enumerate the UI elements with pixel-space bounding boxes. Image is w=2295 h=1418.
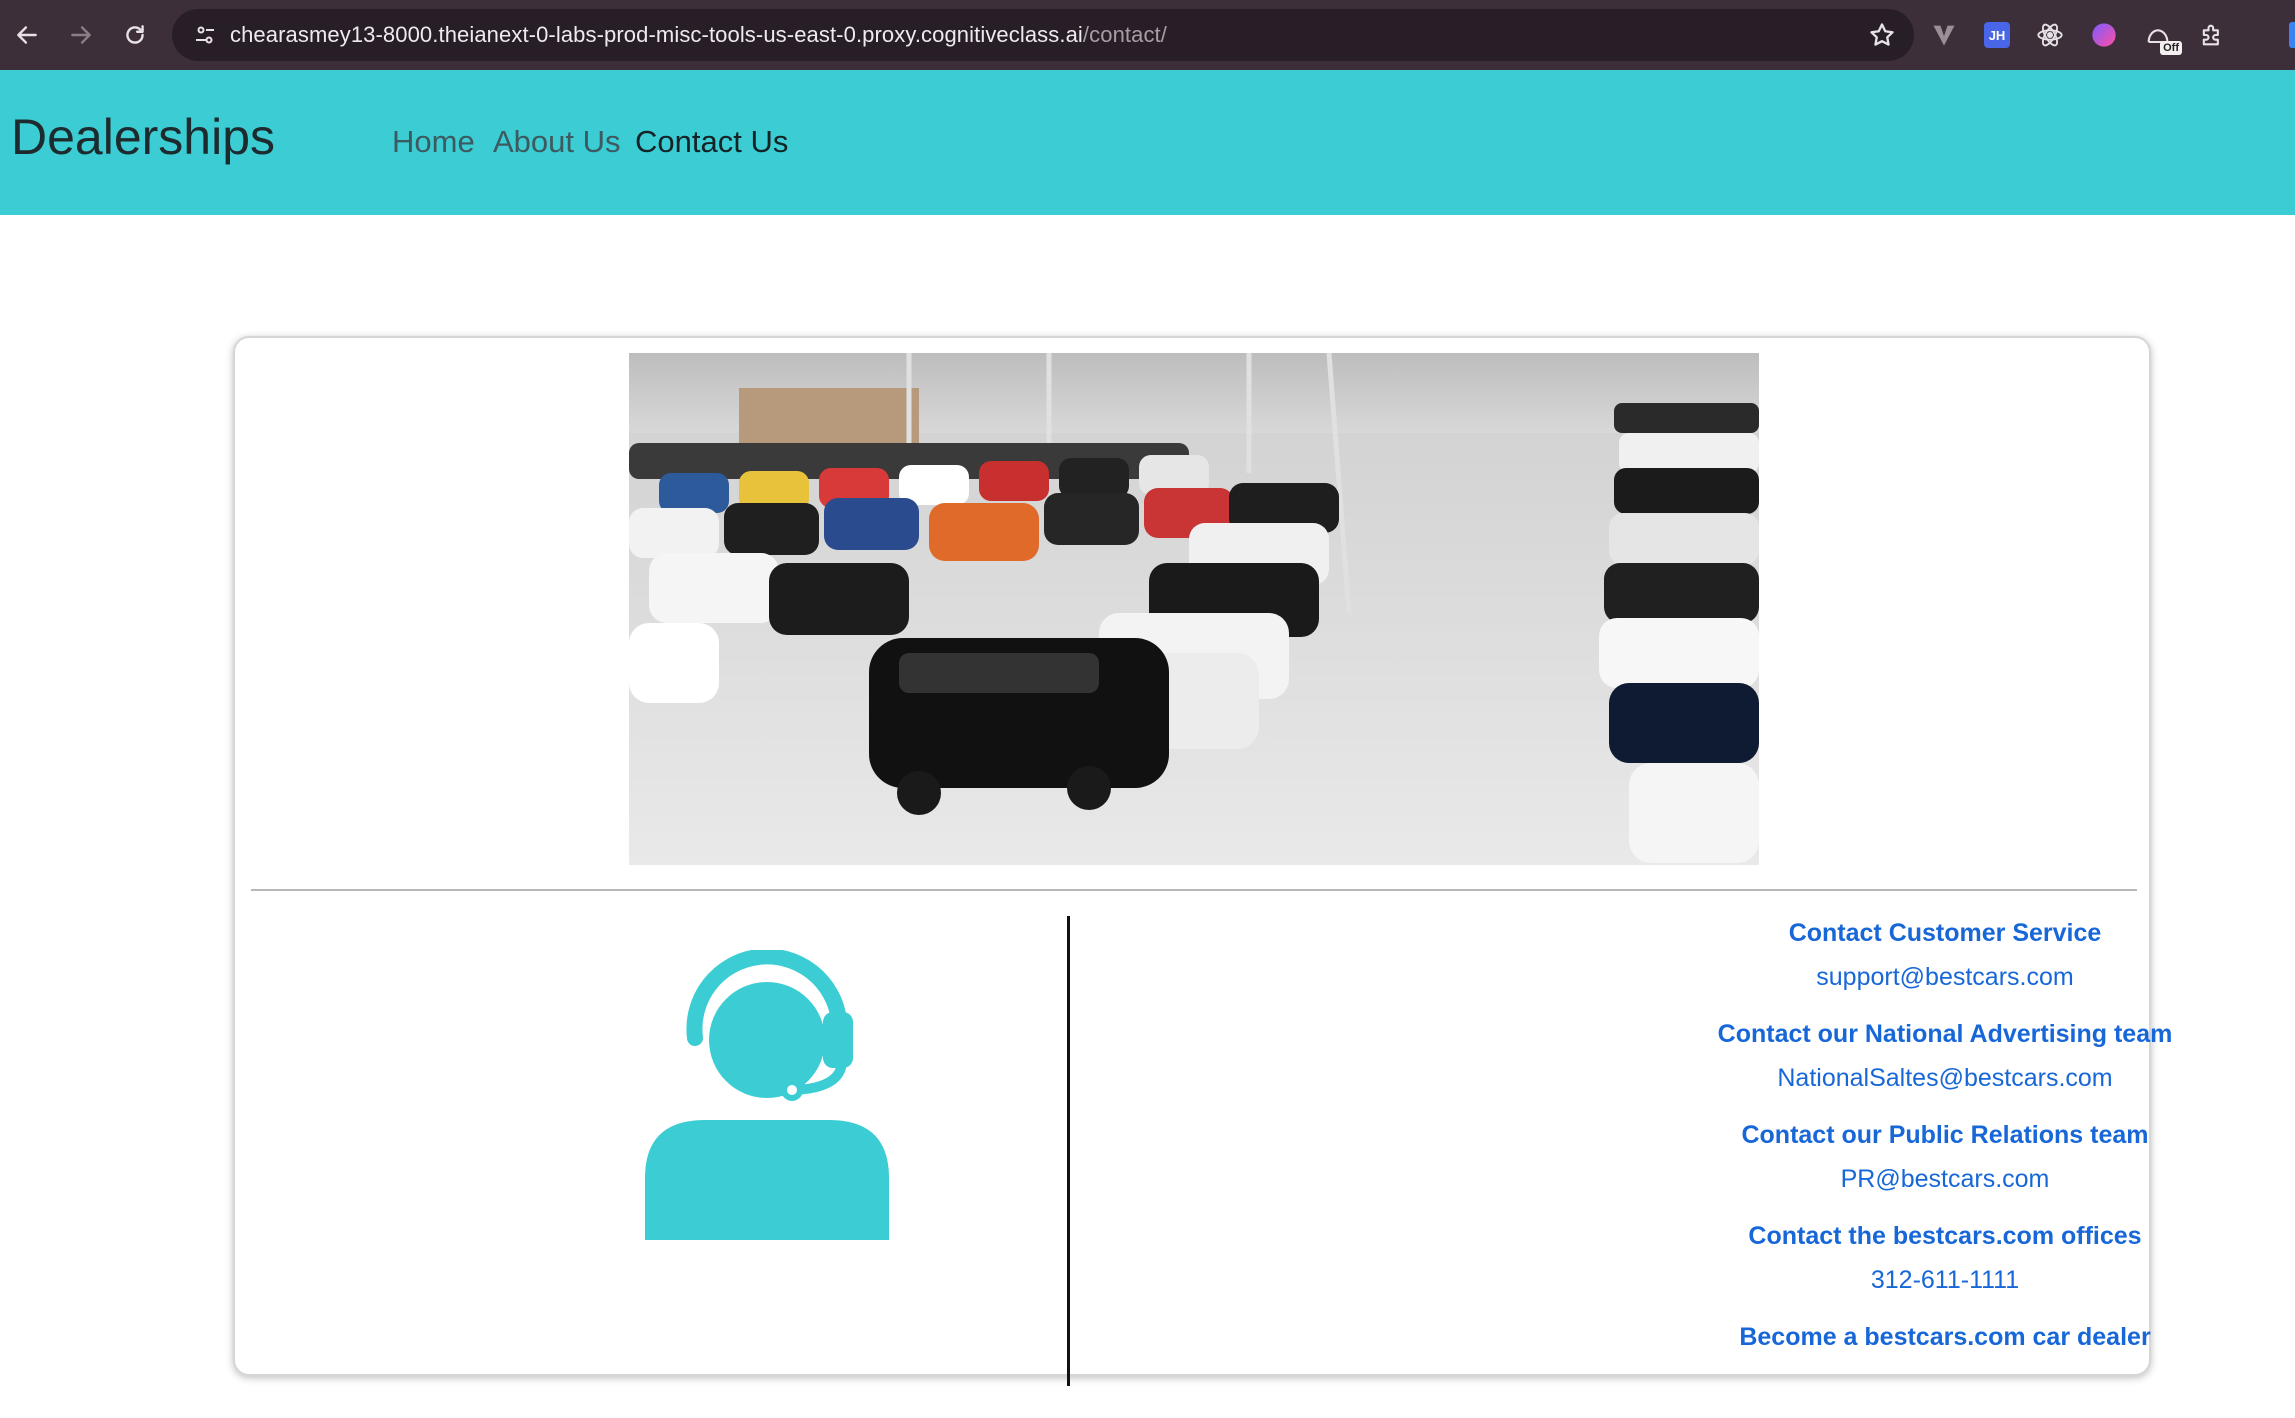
- contact-title[interactable]: Contact the bestcars.com offices: [1455, 1216, 2295, 1258]
- contact-value[interactable]: support@bestcars.com: [1455, 955, 2295, 999]
- jh-icon[interactable]: JH: [1984, 22, 2010, 48]
- off-badge: Off: [2160, 41, 2182, 55]
- bookmark-star-icon[interactable]: [1868, 21, 1896, 49]
- tune-icon: [196, 26, 214, 44]
- url-host: chearasmey13-8000.theianext-0-labs-prod-…: [230, 22, 1083, 47]
- extensions-area: JH Off: [1930, 0, 2226, 70]
- back-arrow-icon: [17, 26, 37, 44]
- contact-item: Become a bestcars.com car dealer: [1455, 1317, 2295, 1418]
- extensions-puzzle-icon[interactable]: [2198, 21, 2226, 49]
- contact-item: Contact our Public Relations team PR@bes…: [1455, 1115, 2295, 1216]
- contact-title[interactable]: Contact our National Advertising team: [1455, 1014, 2295, 1056]
- brand-title[interactable]: Dealerships: [11, 108, 275, 166]
- reload-button[interactable]: [108, 0, 162, 70]
- contact-title[interactable]: Contact our Public Relations team: [1455, 1115, 2295, 1157]
- contact-item: Contact our National Advertising team Na…: [1455, 1014, 2295, 1115]
- contact-value[interactable]: 312-611-1111: [1455, 1258, 2295, 1302]
- address-bar[interactable]: chearasmey13-8000.theianext-0-labs-prod-…: [172, 9, 1914, 61]
- vimium-icon[interactable]: [1930, 21, 1958, 49]
- contact-list: Contact Customer Service support@bestcar…: [1455, 913, 2295, 1418]
- column-divider: [1067, 916, 1070, 1386]
- nav-about-us[interactable]: About Us: [493, 124, 621, 160]
- gradient-icon[interactable]: [2090, 21, 2118, 49]
- browser-toolbar: chearasmey13-8000.theianext-0-labs-prod-…: [0, 0, 2295, 70]
- nav-home[interactable]: Home: [392, 124, 475, 160]
- site-info-button[interactable]: [180, 9, 230, 61]
- back-button[interactable]: [0, 0, 54, 70]
- react-devtools-icon[interactable]: [2036, 21, 2064, 49]
- contact-card: Contact Customer Service support@bestcar…: [233, 336, 2172, 1386]
- customer-service-agent-icon: [645, 950, 889, 1240]
- contact-value[interactable]: PR@bestcars.com: [1455, 1157, 2295, 1201]
- site-navbar: Dealerships Home About Us Contact Us: [0, 70, 2295, 215]
- contact-value[interactable]: NationalSaltes@bestcars.com: [1455, 1056, 2295, 1100]
- contact-item: Contact Customer Service support@bestcar…: [1455, 913, 2295, 1014]
- forward-button[interactable]: [54, 0, 108, 70]
- url-path: /contact/: [1082, 22, 1167, 47]
- contact-item: Contact the bestcars.com offices 312-611…: [1455, 1216, 2295, 1317]
- reload-icon: [126, 25, 144, 44]
- contact-title[interactable]: Contact Customer Service: [1455, 913, 2295, 955]
- dealership-lot-image: [629, 353, 1759, 865]
- section-divider: [251, 889, 2137, 891]
- contact-title[interactable]: Become a bestcars.com car dealer: [1455, 1317, 2295, 1359]
- nav-contact-us[interactable]: Contact Us: [635, 124, 788, 160]
- off-toggle-icon[interactable]: Off: [2144, 21, 2182, 55]
- forward-arrow-icon: [71, 26, 91, 44]
- url-text: chearasmey13-8000.theianext-0-labs-prod-…: [230, 22, 1167, 48]
- profile-edge-indicator[interactable]: [2289, 22, 2295, 48]
